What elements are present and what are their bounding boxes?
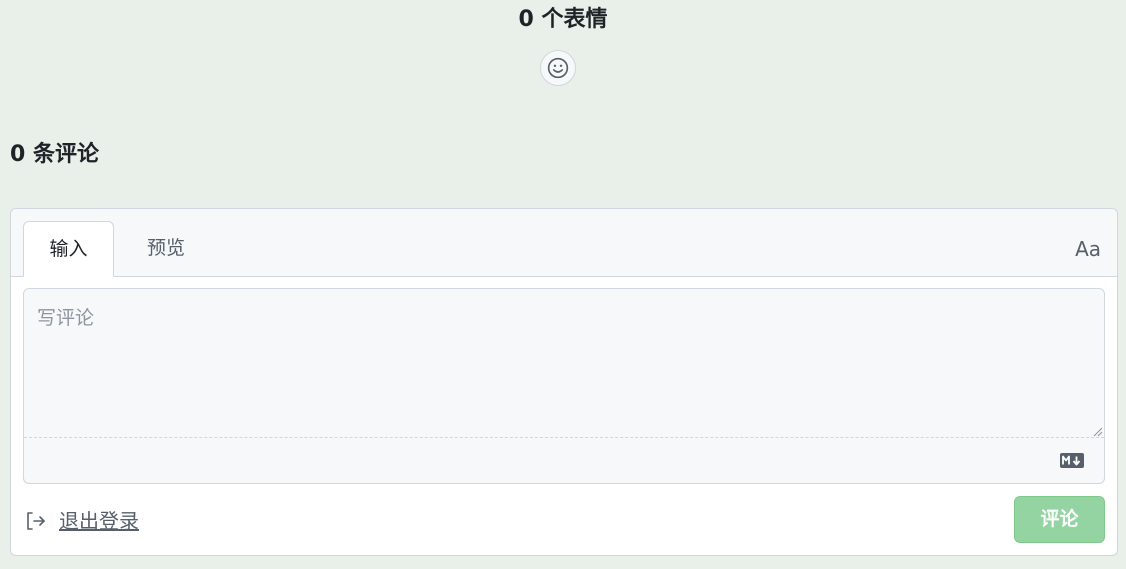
comment-editor-box: 输入 预览 Aa 退出登录 评论 [10,208,1118,556]
editor-tabs-bar: 输入 预览 Aa [11,209,1117,277]
smiley-icon [547,57,569,79]
reactions-count-title: 0 个表情 [518,7,608,32]
comments-count-title: 0 条评论 [10,142,99,167]
submit-comment-button[interactable]: 评论 [1014,496,1105,543]
add-reaction-button[interactable] [540,50,576,86]
markdown-icon[interactable] [1060,453,1084,468]
sign-out-icon[interactable] [25,510,47,532]
signout-link[interactable]: 退出登录 [59,508,139,534]
comment-textarea-wrapper [23,288,1105,484]
comment-textarea[interactable] [24,289,1104,438]
giscus-comments-widget: 0 个表情 0 条评论 输入 预览 Aa 写评论 退出登录 评论 [0,0,1126,569]
signout-area: 退出登录 [25,508,139,534]
resize-handle-icon[interactable] [1093,427,1103,437]
tab-write[interactable]: 输入 [23,221,114,277]
tab-preview[interactable]: 预览 [121,221,211,277]
font-toggle-button[interactable]: Aa [1075,235,1101,263]
